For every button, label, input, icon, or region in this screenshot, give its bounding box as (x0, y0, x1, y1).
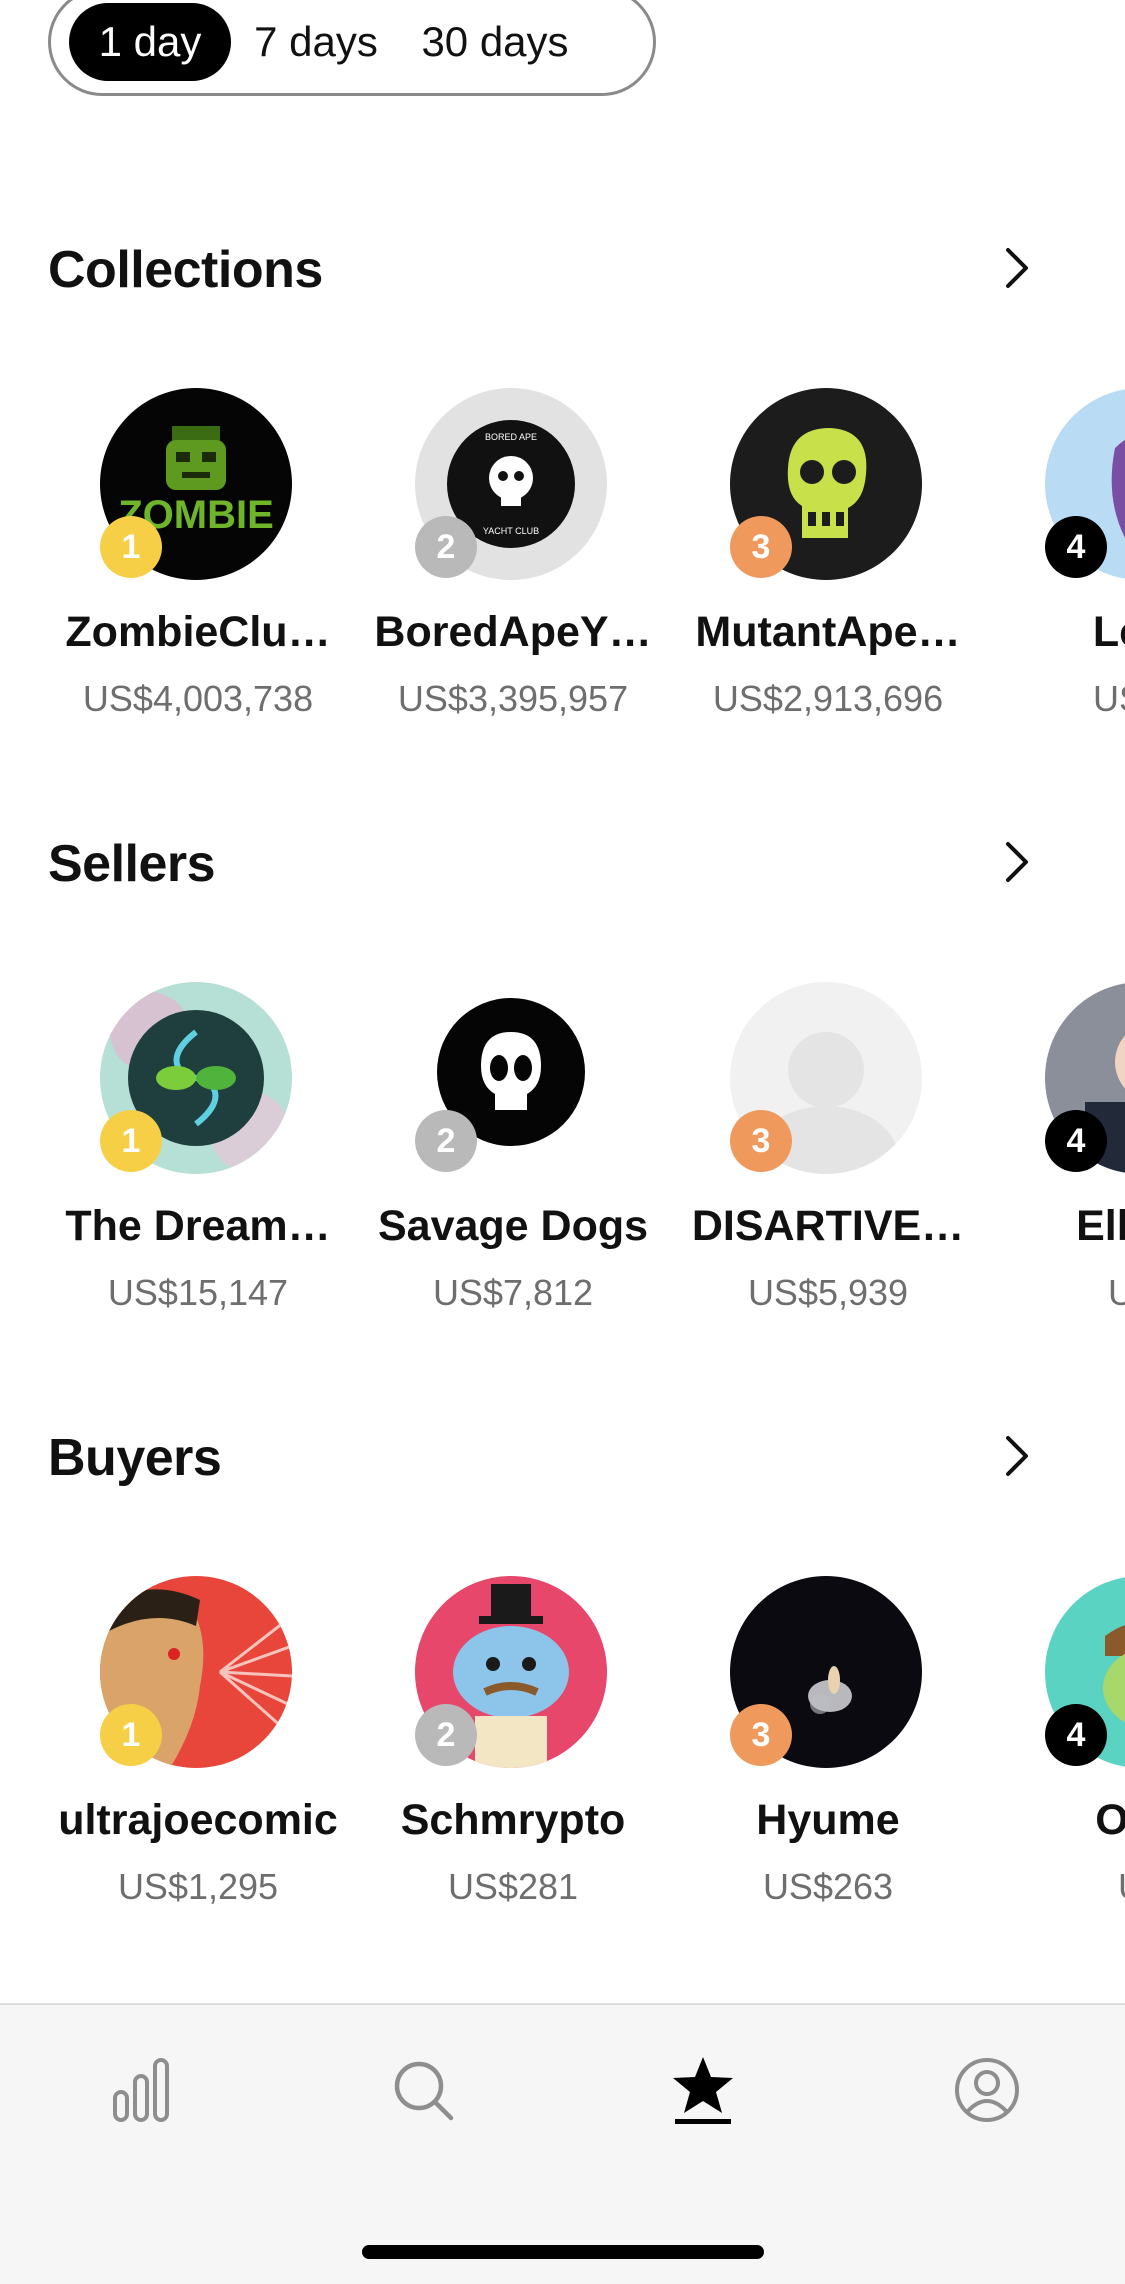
seller-card[interactable]: 3 DISARTIVE… US$5,939 (678, 982, 978, 1342)
range-option-1-day[interactable]: 1 day (69, 3, 231, 81)
seller-volume: US$15,147 (107, 1272, 289, 1313)
search-icon (394, 2061, 454, 2121)
tab-stats[interactable] (96, 2045, 186, 2135)
collection-name: Lose (1092, 608, 1125, 656)
tab-search[interactable] (378, 2045, 468, 2135)
rank-badge: 1 (100, 516, 162, 578)
collection-volume: US$4,003,738 (82, 678, 314, 719)
rank-badge: 2 (415, 1110, 477, 1172)
chevron-right-icon[interactable] (994, 246, 1038, 290)
seller-card[interactable]: 1 The Dream… US$15,147 (48, 982, 348, 1342)
buyer-volume: US$281 (447, 1866, 579, 1907)
collection-name: ZombieClu… (65, 608, 331, 656)
seller-name: DISARTIVE… (691, 1202, 965, 1250)
buyer-card[interactable]: 3 Hyume US$263 (678, 1576, 978, 1936)
collection-card[interactable]: 4 Lose US$2, (993, 388, 1125, 748)
buyer-name: ODB (1095, 1796, 1125, 1844)
seller-volume: US$7,812 (432, 1272, 594, 1313)
buyers-row: 1 ultrajoecomic US$1,295 2 Schmrypto US$… (0, 1576, 1125, 1976)
buyer-volume: US (993, 1866, 1125, 1908)
chevron-right-icon[interactable] (994, 840, 1038, 884)
collection-volume: US$3,395,957 (397, 678, 629, 719)
rank-badge: 1 (100, 1110, 162, 1172)
seller-volume: US$5,939 (747, 1272, 909, 1313)
range-option-30-days[interactable]: 30 days (405, 3, 585, 81)
section-title: Sellers (48, 835, 216, 893)
home-indicator (362, 2245, 764, 2259)
rank-badge: 1 (100, 1704, 162, 1766)
buyer-name: ultrajoecomic (58, 1796, 338, 1844)
rank-badge: 2 (415, 516, 477, 578)
seller-name: Ellie G (1076, 1202, 1125, 1250)
profile-icon (955, 2058, 1019, 2122)
rank-badge: 3 (730, 1110, 792, 1172)
collection-card[interactable]: ZOMBIE 1 ZombieClu… US$4,003,738 (48, 388, 348, 748)
rank-badge: 4 (1045, 516, 1107, 578)
tab-favorites[interactable] (658, 2045, 748, 2135)
range-option-7-days[interactable]: 7 days (241, 3, 391, 81)
rank-badge: 3 (730, 516, 792, 578)
buyer-card[interactable]: 4 ODB US (993, 1576, 1125, 1936)
seller-card[interactable]: 4 Ellie G US$ (993, 982, 1125, 1342)
section-title: Collections (48, 241, 323, 299)
collection-name: BoredApeY… (374, 608, 652, 656)
buyer-volume: US$263 (762, 1866, 894, 1907)
buyer-card[interactable]: 2 Schmrypto US$281 (363, 1576, 663, 1936)
seller-card[interactable]: 2 Savage Dogs US$7,812 (363, 982, 663, 1342)
rank-badge: 3 (730, 1704, 792, 1766)
seller-volume: US$ (1107, 1272, 1125, 1313)
rank-badge: 2 (415, 1704, 477, 1766)
chevron-right-icon[interactable] (994, 1434, 1038, 1478)
time-range-selector: 1 day 7 days 30 days (48, 0, 656, 96)
collection-card[interactable]: 3 MutantApe… US$2,913,696 (678, 388, 978, 748)
tab-profile[interactable] (942, 2045, 1032, 2135)
bar-chart-icon (113, 2058, 169, 2122)
collections-row: ZOMBIE 1 ZombieClu… US$4,003,738 BORED A… (0, 388, 1125, 788)
section-title: Buyers (48, 1429, 222, 1487)
star-icon (673, 2057, 733, 2124)
buyer-card[interactable]: 1 ultrajoecomic US$1,295 (48, 1576, 348, 1936)
buyer-name: Schmrypto (400, 1796, 626, 1844)
buyer-volume: US$1,295 (117, 1866, 279, 1907)
collection-name: MutantApe… (695, 608, 961, 656)
seller-name: The Dream… (65, 1202, 331, 1250)
rank-badge: 4 (1045, 1110, 1107, 1172)
svg-text:YACHT CLUB: YACHT CLUB (483, 526, 539, 536)
bottom-tab-bar (0, 2003, 1125, 2284)
collection-card[interactable]: BORED APE YACHT CLUB 2 BoredApeY… US$3,3… (363, 388, 663, 748)
collection-volume: US$2,913,696 (712, 678, 944, 719)
collection-volume: US$2, (1092, 678, 1125, 719)
rank-badge: 4 (1045, 1704, 1107, 1766)
seller-name: Savage Dogs (377, 1202, 649, 1250)
sellers-row: 1 The Dream… US$15,147 2 Savage Dogs US$… (0, 982, 1125, 1382)
svg-text:BORED APE: BORED APE (485, 432, 537, 442)
buyer-name: Hyume (756, 1796, 900, 1844)
